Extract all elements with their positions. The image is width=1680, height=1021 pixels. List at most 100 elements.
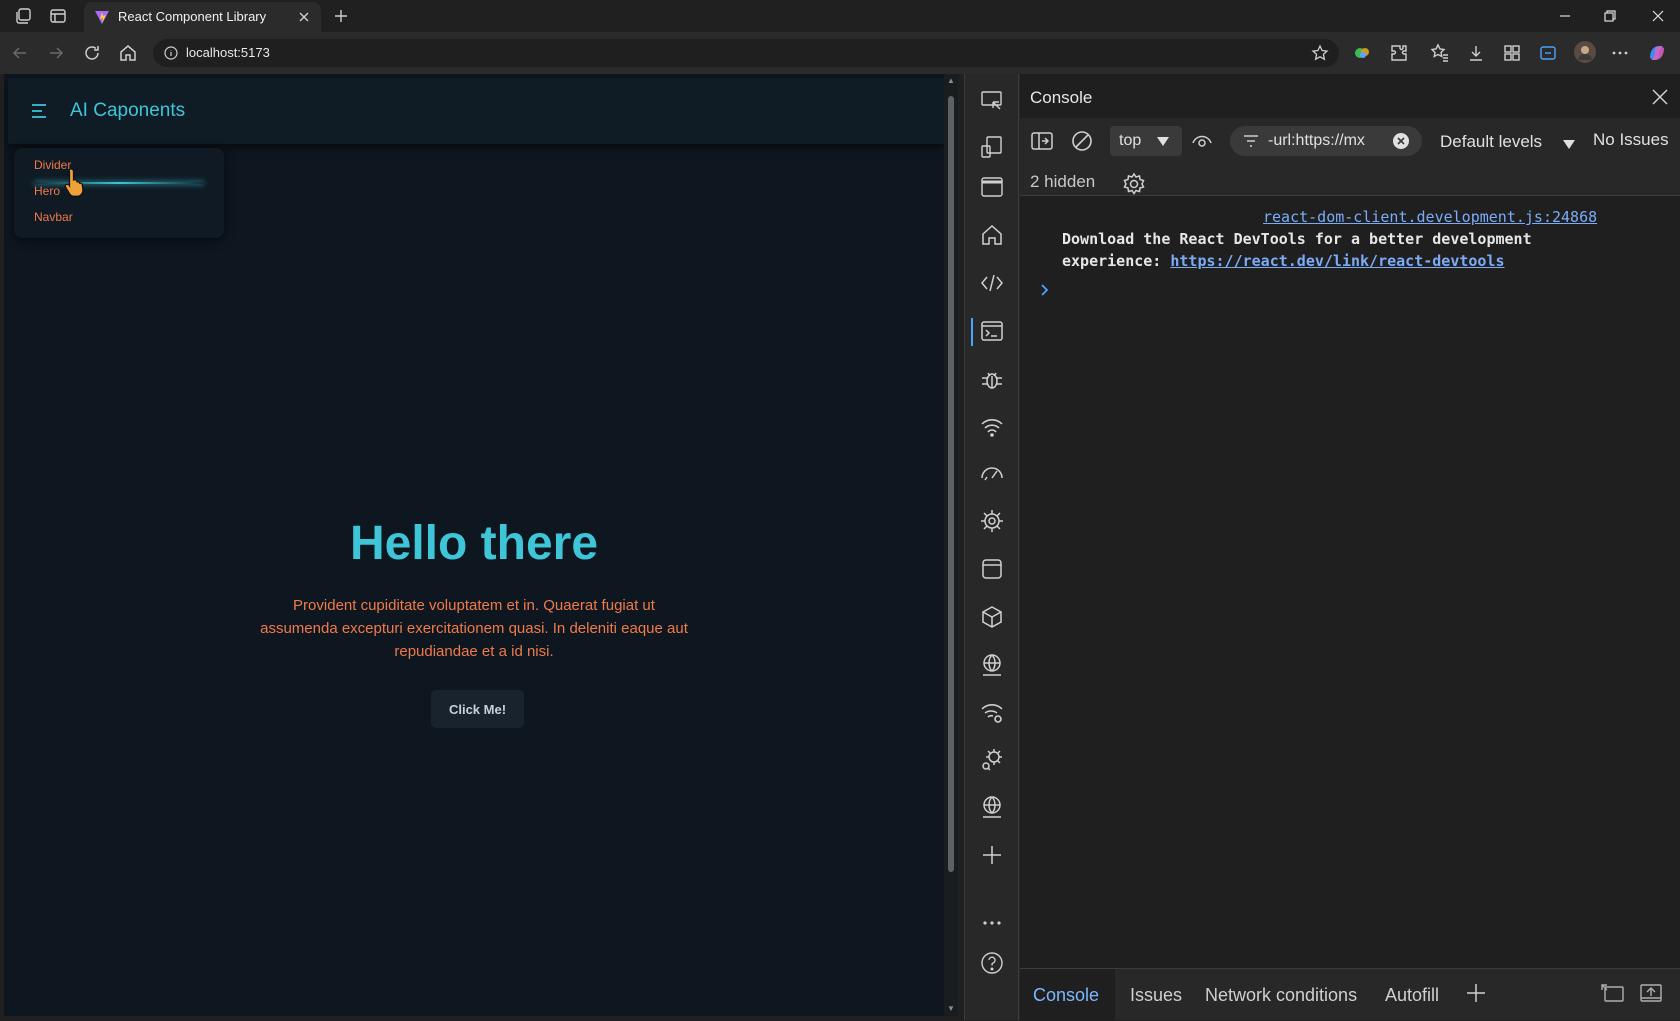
hand-pointer-cursor-icon <box>62 166 92 200</box>
title-bar: React Component Library <box>0 0 1680 32</box>
panel-title: Console <box>1030 88 1093 107</box>
favorites-icon[interactable] <box>1430 43 1450 63</box>
hero-title: Hello there <box>349 517 599 570</box>
scroll-up-icon[interactable]: ▲ <box>946 76 956 86</box>
application-panel-icon[interactable] <box>979 556 1005 582</box>
minimize-icon[interactable] <box>1555 6 1575 26</box>
drawer-tab-issues[interactable]: Issues <box>1130 985 1182 1006</box>
help-icon[interactable] <box>979 950 1005 976</box>
tab-title: React Component Library <box>118 9 267 24</box>
console-panel: Console top -url:https://mx Default leve… <box>1020 74 1680 1021</box>
scroll-down-icon[interactable]: ▼ <box>946 1004 956 1014</box>
close-panel-icon[interactable] <box>1649 86 1671 108</box>
console-prompt-chevron-icon[interactable] <box>1038 282 1052 298</box>
new-tab-icon[interactable] <box>331 6 351 26</box>
remote-globe-icon[interactable] <box>979 794 1005 820</box>
home-icon[interactable] <box>118 43 138 63</box>
device-emulation-icon[interactable] <box>979 134 1005 160</box>
menu-item-hero[interactable]: Hero <box>34 184 60 198</box>
hero-description: Provident cupiditate voluptatem et in. Q… <box>260 597 688 660</box>
network-wifi-icon[interactable] <box>979 414 1005 440</box>
copilot-icon[interactable] <box>1646 42 1668 64</box>
console-toolbar: top -url:https://mx Default levels No Is… <box>1020 118 1680 196</box>
clear-console-icon[interactable] <box>1070 129 1094 153</box>
hidden-messages-count: 2 hidden <box>1030 172 1096 191</box>
console-settings-gear-icon[interactable] <box>1122 172 1146 196</box>
3d-view-cube-icon[interactable] <box>979 604 1005 630</box>
performance-gauge-icon[interactable] <box>979 460 1005 486</box>
welcome-panel-icon[interactable] <box>979 174 1005 200</box>
vite-logo-icon <box>94 9 110 25</box>
url-text: localhost:5173 <box>186 45 270 60</box>
app-navbar: AI Caponents <box>8 78 946 144</box>
drawer-tab-autofill[interactable]: Autofill <box>1385 985 1439 1006</box>
dropdown-arrow-icon <box>1156 135 1170 147</box>
issues-counter[interactable]: No Issues <box>1593 130 1669 150</box>
extensions-icon[interactable] <box>1389 43 1409 63</box>
console-filter-input[interactable]: -url:https://mx <box>1230 126 1422 156</box>
drawer-tab-console[interactable]: Console <box>1020 969 1115 1021</box>
message-prefix: experience: <box>1062 252 1171 270</box>
filter-icon <box>1242 132 1260 150</box>
memory-chip-icon[interactable] <box>979 508 1005 534</box>
page-scrollbar[interactable]: ▲ ▼ <box>944 74 958 1016</box>
log-levels-dropdown[interactable]: Default levels <box>1440 132 1542 152</box>
drawer-tab-network-conditions[interactable]: Network conditions <box>1205 985 1357 1006</box>
restore-icon[interactable] <box>1600 6 1620 26</box>
forward-icon[interactable] <box>46 43 66 63</box>
profile-avatar[interactable] <box>1573 40 1597 64</box>
console-icon[interactable] <box>979 318 1005 344</box>
active-panel-indicator <box>971 318 973 346</box>
devtools-pane: Console top -url:https://mx Default leve… <box>964 74 1680 1021</box>
click-me-button[interactable]: Click Me! <box>431 690 524 728</box>
context-selector[interactable]: top <box>1110 126 1182 156</box>
collections-icon[interactable] <box>1502 43 1522 63</box>
browser-tab[interactable]: React Component Library <box>84 2 321 32</box>
extension-colorful-icon[interactable] <box>1352 43 1372 63</box>
console-message-line: experience: https://react.dev/link/react… <box>1062 252 1505 270</box>
workspaces-icon[interactable] <box>14 6 34 26</box>
app-title[interactable]: AI Caponents <box>70 100 185 122</box>
show-sidebar-icon[interactable] <box>1030 129 1054 153</box>
console-message-line: Download the React DevTools for a better… <box>1062 230 1532 248</box>
browser-essentials-icon[interactable] <box>1538 43 1558 63</box>
page-viewport: AI Caponents Divider Hero Navbar Hello t… <box>4 74 958 1016</box>
react-devtools-link[interactable]: https://react.dev/link/react-devtools <box>1170 252 1504 270</box>
nav-dropdown-menu: Divider Hero Navbar <box>14 148 224 238</box>
downloads-icon[interactable] <box>1466 43 1486 63</box>
close-tab-icon[interactable] <box>295 8 313 26</box>
menu-item-navbar[interactable]: Navbar <box>34 210 73 224</box>
home-panel-icon[interactable] <box>979 222 1005 248</box>
sensors-gear-search-icon[interactable] <box>979 746 1005 772</box>
minimize-drawer-icon[interactable] <box>1638 981 1664 1005</box>
levels-arrow-icon <box>1562 138 1576 150</box>
elements-code-icon[interactable] <box>979 270 1005 296</box>
source-location-link[interactable]: react-dom-client.development.js:24868 <box>1263 208 1597 226</box>
back-icon[interactable] <box>10 43 30 63</box>
scroll-thumb[interactable] <box>948 96 954 872</box>
dock-drawer-icon[interactable] <box>1600 981 1626 1005</box>
add-drawer-tab-icon[interactable] <box>1463 981 1489 1005</box>
filter-value: -url:https://mx <box>1268 132 1365 149</box>
network-settings-icon[interactable] <box>979 700 1005 726</box>
live-expression-eye-icon[interactable] <box>1190 129 1214 153</box>
debugger-bug-icon[interactable] <box>979 366 1005 392</box>
more-tools-plus-icon[interactable] <box>979 842 1005 868</box>
network-console-globe-icon[interactable] <box>979 652 1005 678</box>
favorite-star-icon[interactable] <box>1311 44 1329 62</box>
devtools-activity-bar <box>965 74 1019 1020</box>
address-bar[interactable]: localhost:5173 <box>153 39 1339 67</box>
refresh-icon[interactable] <box>82 43 102 63</box>
close-window-icon[interactable] <box>1648 6 1668 26</box>
context-value: top <box>1119 132 1142 149</box>
info-icon[interactable] <box>163 45 179 61</box>
inspect-element-icon[interactable] <box>979 88 1005 114</box>
clear-filter-icon[interactable] <box>1392 132 1410 150</box>
browser-toolbar: localhost:5173 <box>0 32 1680 74</box>
vertical-tabs-icon[interactable] <box>48 6 68 26</box>
devtools-more-icon[interactable] <box>979 910 1005 936</box>
drawer-tab-label: Console <box>1033 985 1100 1005</box>
hamburger-menu-icon[interactable] <box>30 102 50 120</box>
more-options-icon[interactable] <box>1610 43 1630 63</box>
drawer-tab-bar: Console Issues Network conditions Autofi… <box>1020 968 1680 1021</box>
